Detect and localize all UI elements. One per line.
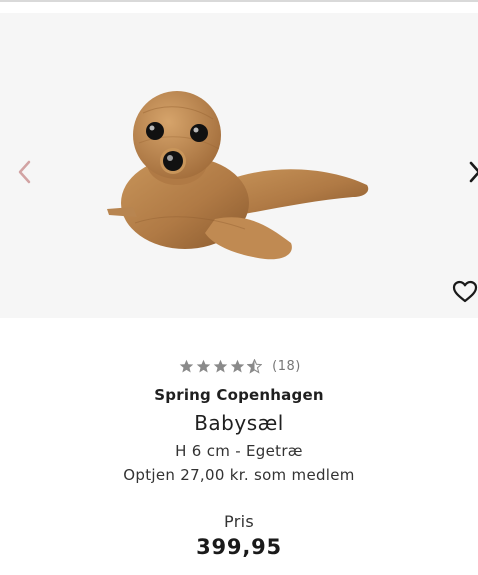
brand-name[interactable]: Spring Copenhagen [0, 386, 478, 404]
chevron-right-icon[interactable] [466, 159, 478, 185]
product-image [107, 91, 369, 260]
product-variant: H 6 cm - Egetræ [175, 442, 303, 460]
star-icon [230, 359, 245, 372]
price-value: 399,95 [196, 535, 282, 559]
product-image-gallery[interactable] [0, 13, 478, 318]
review-count[interactable]: (18) [272, 359, 301, 374]
star-icon [179, 359, 194, 372]
heart-icon[interactable] [452, 280, 478, 304]
star-icon [213, 359, 228, 372]
chevron-left-icon[interactable] [14, 159, 36, 185]
member-points-text: Optjen 27,00 kr. som medlem [123, 466, 355, 484]
star-icon [196, 359, 211, 372]
top-divider [0, 0, 478, 2]
price-label: Pris [224, 512, 254, 531]
product-info: (18) Spring Copenhagen Babysæl H 6 cm - … [0, 355, 478, 559]
star-half-icon [247, 358, 263, 374]
product-title: Babysæl [194, 411, 284, 435]
rating[interactable]: (18) [2, 355, 478, 377]
